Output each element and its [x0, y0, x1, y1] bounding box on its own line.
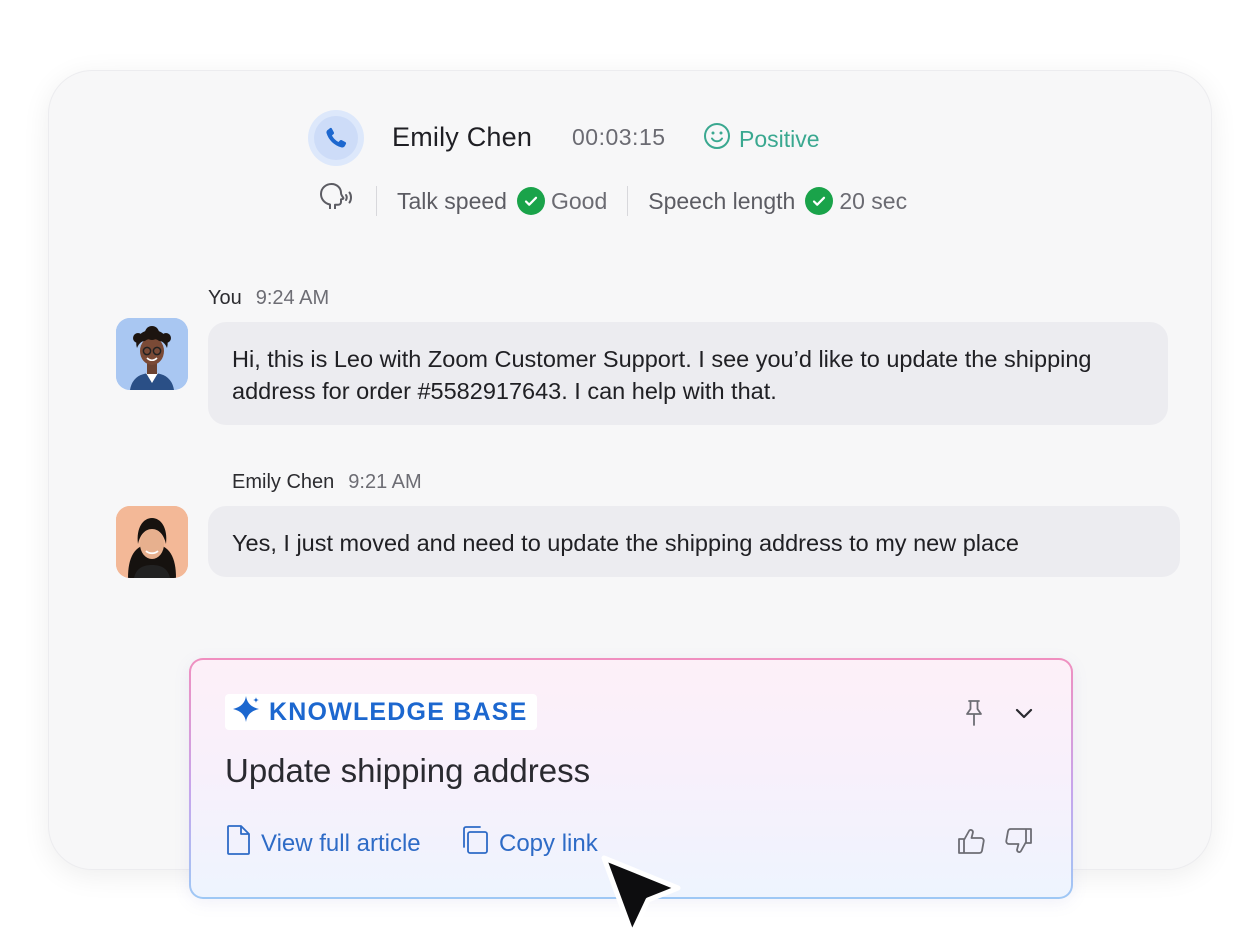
sparkle-icon: [231, 694, 261, 731]
message-bubble: Hi, this is Leo with Zoom Customer Suppo…: [208, 322, 1168, 425]
talk-speed-value: Good: [550, 187, 608, 214]
caller-name: Emily Chen: [392, 122, 533, 152]
view-full-article-link[interactable]: View full article: [225, 824, 421, 863]
view-full-article-label: View full article: [261, 829, 421, 857]
check-icon: [516, 187, 545, 215]
thumbs-down-icon[interactable]: [1003, 824, 1035, 858]
copy-link-button[interactable]: Copy link: [459, 824, 598, 863]
message-meta: Emily Chen 9:21 AM: [232, 471, 422, 494]
document-icon: [225, 824, 253, 863]
speaking-head-icon: [316, 182, 356, 220]
divider: [376, 186, 377, 216]
divider: [627, 186, 629, 216]
avatar: [116, 506, 188, 578]
cursor-arrow: [596, 852, 688, 945]
smiley-icon: [703, 122, 731, 156]
sentiment-label: Positive: [739, 125, 820, 152]
article-title: Update shipping address: [225, 752, 591, 789]
badge-label: KNOWLEDGE BASE: [269, 697, 528, 726]
speech-length-value: 20 sec: [839, 187, 908, 214]
avatar: [116, 318, 188, 390]
message-time: 9:21 AM: [348, 471, 422, 493]
sender-name: Emily Chen: [232, 471, 335, 493]
phone-icon[interactable]: [308, 110, 364, 166]
speech-metrics: Talk speed Good Speech length 20 sec: [316, 182, 908, 220]
thumbs-up-icon[interactable]: [955, 824, 987, 858]
talk-speed-label: Talk speed: [397, 187, 507, 214]
chevron-down-icon[interactable]: [1009, 698, 1039, 728]
copy-icon: [459, 824, 491, 863]
message-bubble: Yes, I just moved and need to update the…: [208, 506, 1180, 577]
call-duration: 00:03:15: [572, 124, 666, 150]
knowledge-base-badge: KNOWLEDGE BASE: [225, 694, 538, 731]
check-icon: [805, 187, 834, 215]
speech-length-label: Speech length: [648, 187, 796, 214]
message-meta: You 9:24 AM: [208, 287, 329, 310]
copy-link-label: Copy link: [499, 829, 598, 857]
sentiment-indicator: Positive: [703, 122, 820, 156]
sender-name: You: [208, 287, 242, 309]
pin-icon[interactable]: [959, 698, 989, 728]
message-time: 9:24 AM: [255, 287, 330, 309]
